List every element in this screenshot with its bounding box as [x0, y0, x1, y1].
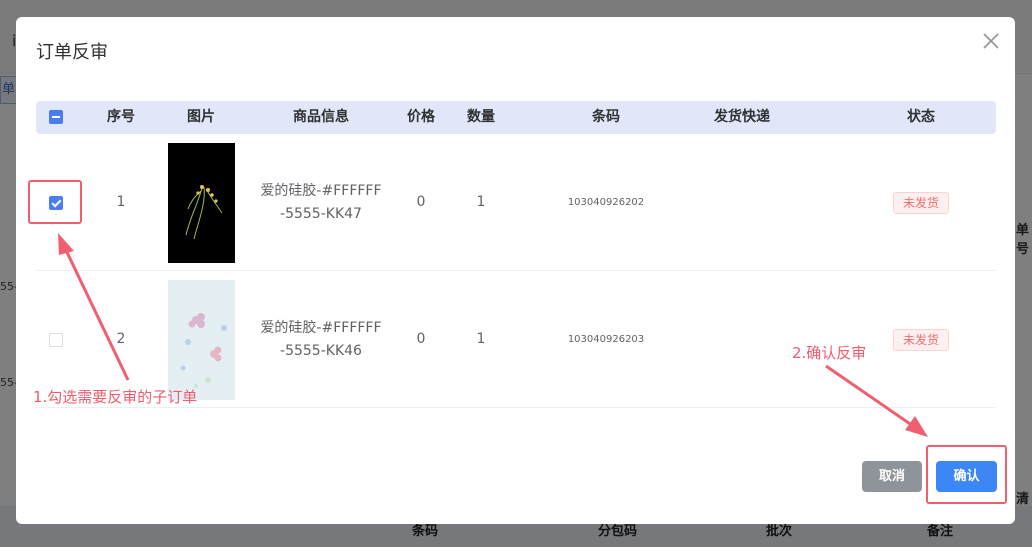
header-product-info: 商品信息	[293, 109, 349, 125]
dialog-title: 订单反审	[36, 42, 108, 63]
header-image: 图片	[187, 109, 215, 125]
row-price: 0	[416, 194, 426, 210]
header-quantity: 数量	[467, 109, 495, 125]
status-badge: 未发货	[893, 192, 950, 214]
annotation-confirm-highlight	[926, 445, 1007, 504]
table-row: 1 爱的硅胶-#FFFFFF -5555-KK47 0 1 1030409262…	[36, 134, 996, 271]
row-quantity: 1	[476, 331, 486, 347]
annotation-step1: 1.勾选需要反审的子订单	[33, 388, 198, 406]
annotation-checkbox-highlight	[28, 180, 82, 224]
product-sku: -5555-KK46	[280, 343, 362, 359]
product-sku: -5555-KK47	[280, 206, 362, 222]
row-barcode: 103040926202	[567, 197, 645, 208]
row-checkbox[interactable]	[49, 333, 63, 347]
header-barcode: 条码	[592, 109, 620, 125]
row-index: 2	[116, 331, 126, 347]
row-quantity: 1	[476, 194, 486, 210]
row-price: 0	[416, 331, 426, 347]
close-icon[interactable]	[982, 32, 1000, 50]
header-price: 价格	[407, 109, 435, 125]
select-all-checkbox[interactable]	[49, 110, 63, 124]
order-reverse-dialog: 订单反审 序号 图片 商品信息 价格 数量 条码 发货快递 状态 1 爱的硅胶-…	[16, 17, 1015, 524]
orchid-image	[168, 143, 235, 263]
header-express: 发货快递	[714, 109, 770, 125]
status-badge: 未发货	[893, 329, 950, 351]
cancel-button[interactable]: 取消	[862, 461, 922, 492]
product-info: 爱的硅胶-#FFFFFF -5555-KK46	[251, 317, 391, 363]
row-barcode: 103040926203	[567, 334, 645, 345]
floral-image	[168, 280, 235, 400]
product-info: 爱的硅胶-#FFFFFF -5555-KK47	[251, 180, 391, 226]
annotation-step2: 2.确认反审	[792, 344, 867, 362]
row-index: 1	[116, 194, 126, 210]
table-header: 序号 图片 商品信息 价格 数量 条码 发货快递 状态	[36, 101, 996, 134]
header-status: 状态	[907, 109, 935, 125]
product-name: 爱的硅胶-#FFFFFF	[260, 320, 382, 336]
product-name: 爱的硅胶-#FFFFFF	[260, 183, 382, 199]
header-index: 序号	[107, 109, 135, 125]
